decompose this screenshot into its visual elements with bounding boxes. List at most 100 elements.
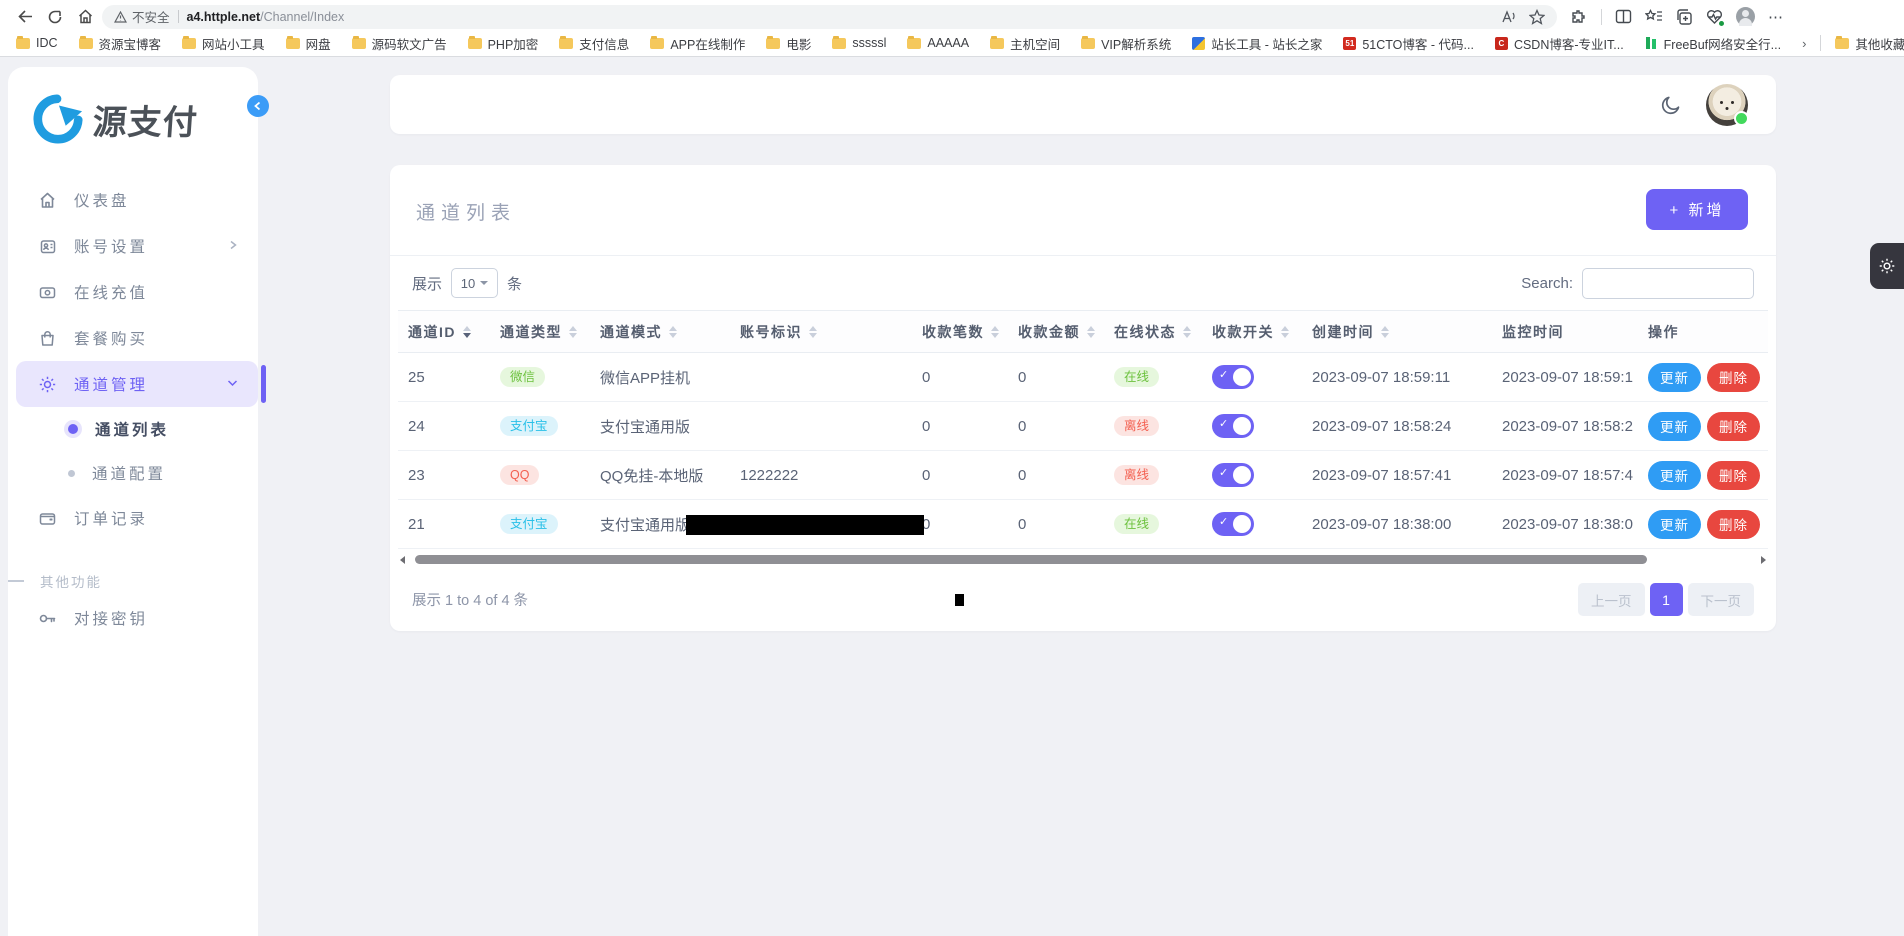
search-input[interactable] (1582, 268, 1754, 299)
scroll-left-arrow-icon[interactable] (400, 556, 405, 564)
page-title: 通道列表 (416, 198, 516, 225)
column-header[interactable]: 在线状态 (1104, 322, 1202, 342)
table-info: 展示 1 to 4 of 4 条 (412, 589, 528, 610)
bookmark-item[interactable]: 站长工具 - 站长之家 (1192, 34, 1322, 53)
bookmark-item[interactable]: FreeBuf网络安全行... (1645, 34, 1781, 53)
payment-switch-cell (1202, 365, 1302, 389)
sort-arrows-icon[interactable] (1087, 326, 1095, 338)
page-size-select[interactable]: 10 (451, 268, 498, 298)
payment-switch-toggle[interactable] (1212, 365, 1254, 389)
payment-switch-toggle[interactable] (1212, 463, 1254, 487)
folder-icon (559, 38, 573, 49)
favorite-star-icon[interactable] (1529, 9, 1545, 25)
online-status-cell: 离线 (1104, 416, 1202, 437)
bookmark-item[interactable]: C CSDN博客-专业IT... (1495, 34, 1624, 53)
column-header[interactable]: 通道类型 (490, 322, 590, 342)
sort-arrows-icon[interactable] (1281, 326, 1289, 338)
sidebar-item-order-records[interactable]: 订单记录 (8, 495, 258, 541)
sort-arrows-icon[interactable] (463, 326, 471, 338)
sort-arrows-icon[interactable] (669, 326, 677, 338)
home-icon[interactable] (72, 5, 98, 29)
update-button[interactable]: 更新 (1648, 461, 1701, 490)
back-icon[interactable] (12, 5, 38, 29)
browser-essentials-icon[interactable] (1706, 9, 1723, 25)
dark-mode-toggle[interactable] (1660, 94, 1682, 116)
browser-chrome: 不安全 a4.httple.net/Channel/Index ⋯ (0, 0, 1904, 57)
bookmark-item[interactable]: 网站小工具 (182, 34, 265, 53)
sort-arrows-icon[interactable] (1381, 326, 1389, 338)
column-header[interactable]: 创建时间 (1302, 322, 1492, 342)
bookmark-item[interactable]: 资源宝博客 (79, 34, 162, 53)
payment-count-cell: 0 (912, 516, 1008, 533)
bookmark-item[interactable]: IDC (16, 36, 58, 50)
column-header[interactable]: 收款笔数 (912, 322, 1008, 342)
sidebar-item-channel-list[interactable]: 通道列表 (8, 407, 258, 451)
sort-arrows-icon[interactable] (991, 326, 999, 338)
column-header[interactable]: 账号标识 (730, 322, 912, 342)
bookmark-item[interactable]: 电影 (766, 34, 811, 53)
user-avatar[interactable] (1706, 84, 1748, 126)
bookmark-item[interactable]: 主机空间 (990, 34, 1060, 53)
bookmarks-overflow-chevron[interactable]: › (1802, 36, 1806, 51)
channel-id-cell: 24 (398, 418, 490, 435)
refresh-icon[interactable] (42, 5, 68, 29)
column-header[interactable]: 收款开关 (1202, 322, 1302, 342)
unit-label: 条 (507, 273, 522, 294)
folder-icon (286, 38, 300, 49)
bookmark-item[interactable]: 网盘 (286, 34, 331, 53)
bookmark-item[interactable]: sssssl (832, 36, 886, 50)
browser-profile-avatar[interactable] (1736, 7, 1755, 26)
add-channel-button[interactable]: + 新增 (1646, 189, 1748, 230)
sidebar-item-account-settings[interactable]: 账号设置 (8, 223, 258, 269)
delete-button[interactable]: 删除 (1707, 461, 1760, 490)
scrollbar-thumb[interactable] (415, 555, 1647, 564)
split-screen-icon[interactable] (1615, 9, 1632, 24)
column-header[interactable]: 通道模式 (590, 322, 730, 342)
sidebar-collapse-button[interactable] (247, 95, 269, 117)
column-header[interactable]: 收款金额 (1008, 322, 1104, 342)
bookmark-item[interactable]: AAAAA (907, 36, 969, 50)
channel-type-cell: 支付宝 (490, 416, 590, 437)
next-page-button[interactable]: 下一页 (1688, 583, 1755, 616)
update-button[interactable]: 更新 (1648, 412, 1701, 441)
bookmark-item[interactable]: 支付信息 (559, 34, 629, 53)
address-bar[interactable]: 不安全 a4.httple.net/Channel/Index (102, 5, 1557, 29)
bookmark-item[interactable]: VIP解析系统 (1081, 34, 1171, 53)
current-page-button[interactable]: 1 (1650, 583, 1683, 616)
bookmark-item[interactable]: 51 51CTO博客 - 代码... (1343, 34, 1474, 53)
scroll-right-arrow-icon[interactable] (1761, 556, 1766, 564)
update-button[interactable]: 更新 (1648, 510, 1701, 539)
delete-button[interactable]: 删除 (1707, 412, 1760, 441)
sort-arrows-icon[interactable] (809, 326, 817, 338)
sort-arrows-icon[interactable] (1183, 326, 1191, 338)
read-aloud-icon[interactable] (1501, 10, 1517, 24)
column-header[interactable]: 通道ID (398, 322, 490, 342)
payment-switch-toggle[interactable] (1212, 512, 1254, 536)
sidebar-item-api-keys[interactable]: 对接密钥 (8, 595, 258, 641)
sidebar-item-online-recharge[interactable]: 在线充值 (8, 269, 258, 315)
favorites-bar-icon[interactable] (1645, 9, 1663, 24)
browser-menu-icon[interactable]: ⋯ (1768, 8, 1784, 26)
sidebar-item-package-purchase[interactable]: 套餐购买 (8, 315, 258, 361)
delete-button[interactable]: 删除 (1707, 363, 1760, 392)
column-header: 监控时间 (1492, 322, 1638, 342)
horizontal-scrollbar (398, 554, 1768, 566)
other-favorites[interactable]: 其他收藏夹 (1835, 34, 1904, 53)
delete-button[interactable]: 删除 (1707, 510, 1760, 539)
bookmark-item[interactable]: PHP加密 (468, 34, 539, 53)
payment-amount-cell: 0 (1008, 369, 1104, 386)
redaction-bar (686, 515, 924, 535)
prev-page-button[interactable]: 上一页 (1578, 583, 1645, 616)
update-button[interactable]: 更新 (1648, 363, 1701, 392)
extensions-icon[interactable] (1571, 8, 1588, 25)
sort-arrows-icon[interactable] (569, 326, 577, 338)
theme-settings-button[interactable] (1870, 243, 1904, 289)
bookmark-item[interactable]: 源码软文广告 (352, 34, 447, 53)
payment-switch-toggle[interactable] (1212, 414, 1254, 438)
collections-icon[interactable] (1676, 9, 1693, 25)
bookmark-item[interactable]: APP在线制作 (650, 34, 745, 53)
sidebar-item-channel-management[interactable]: 通道管理 (16, 361, 258, 407)
id-card-icon (38, 237, 57, 256)
sidebar-item-channel-config[interactable]: 通道配置 (8, 451, 258, 495)
sidebar-item-dashboard[interactable]: 仪表盘 (8, 177, 258, 223)
